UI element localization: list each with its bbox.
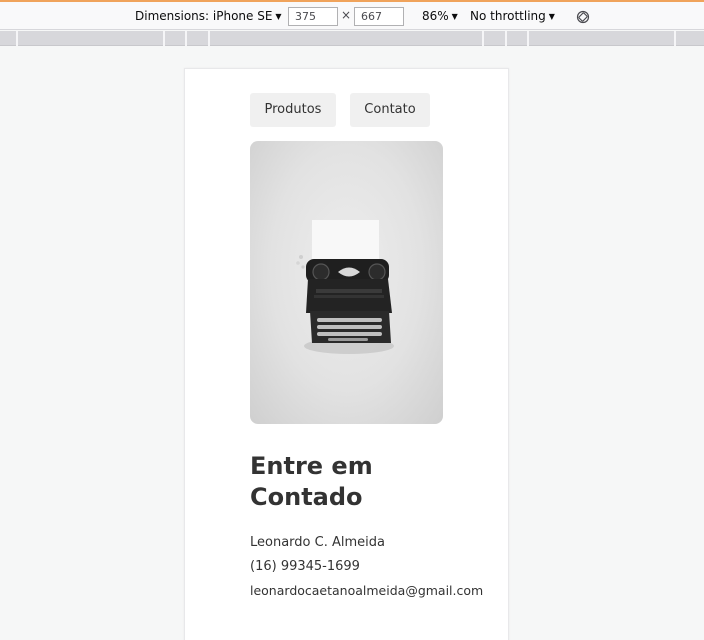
- device-selector[interactable]: Dimensions: iPhone SE ▼: [135, 8, 282, 25]
- mobile-viewport: Produtos Contato Entre em Contado Leonar…: [184, 68, 509, 640]
- ruler-tick: [163, 31, 165, 46]
- zoom-label: 86%: [422, 9, 449, 23]
- viewport-ruler: [0, 31, 704, 46]
- contact-email[interactable]: leonardocaetanoalmeida@gmail.com: [250, 583, 483, 598]
- nav-produtos-button[interactable]: Produtos: [250, 93, 336, 127]
- chevron-down-icon: ▼: [548, 12, 555, 21]
- contact-name: Leonardo C. Almeida: [250, 535, 385, 550]
- chevron-down-icon: ▼: [451, 12, 458, 21]
- rotate-icon[interactable]: [576, 10, 590, 24]
- typewriter-illustration: [296, 220, 394, 354]
- ruler-tick: [674, 31, 676, 46]
- typewriter-photo: [250, 141, 443, 424]
- contact-phone: (16) 99345-1699: [250, 559, 360, 574]
- height-input[interactable]: 667: [354, 7, 404, 26]
- nav-contato-button[interactable]: Contato: [350, 93, 430, 127]
- zoom-selector[interactable]: 86% ▼: [422, 8, 458, 25]
- chevron-down-icon: ▼: [275, 12, 282, 21]
- width-input[interactable]: 375: [288, 7, 338, 26]
- ruler-tick: [185, 31, 187, 46]
- times-separator: ×: [341, 8, 352, 22]
- ruler-tick: [208, 31, 210, 46]
- devtools-toolbar: Dimensions: iPhone SE ▼ 375 × 667 86% ▼ No…: [0, 0, 704, 30]
- ruler-tick: [527, 31, 529, 46]
- ruler-tick: [16, 31, 18, 46]
- contact-heading: Entre em Contado: [250, 452, 373, 511]
- ruler-tick: [505, 31, 507, 46]
- ruler-tick: [482, 31, 484, 46]
- device-dimensions-label: Dimensions: iPhone SE: [135, 9, 273, 23]
- throttling-selector[interactable]: No throttling ▼: [470, 8, 555, 25]
- throttling-label: No throttling: [470, 9, 546, 23]
